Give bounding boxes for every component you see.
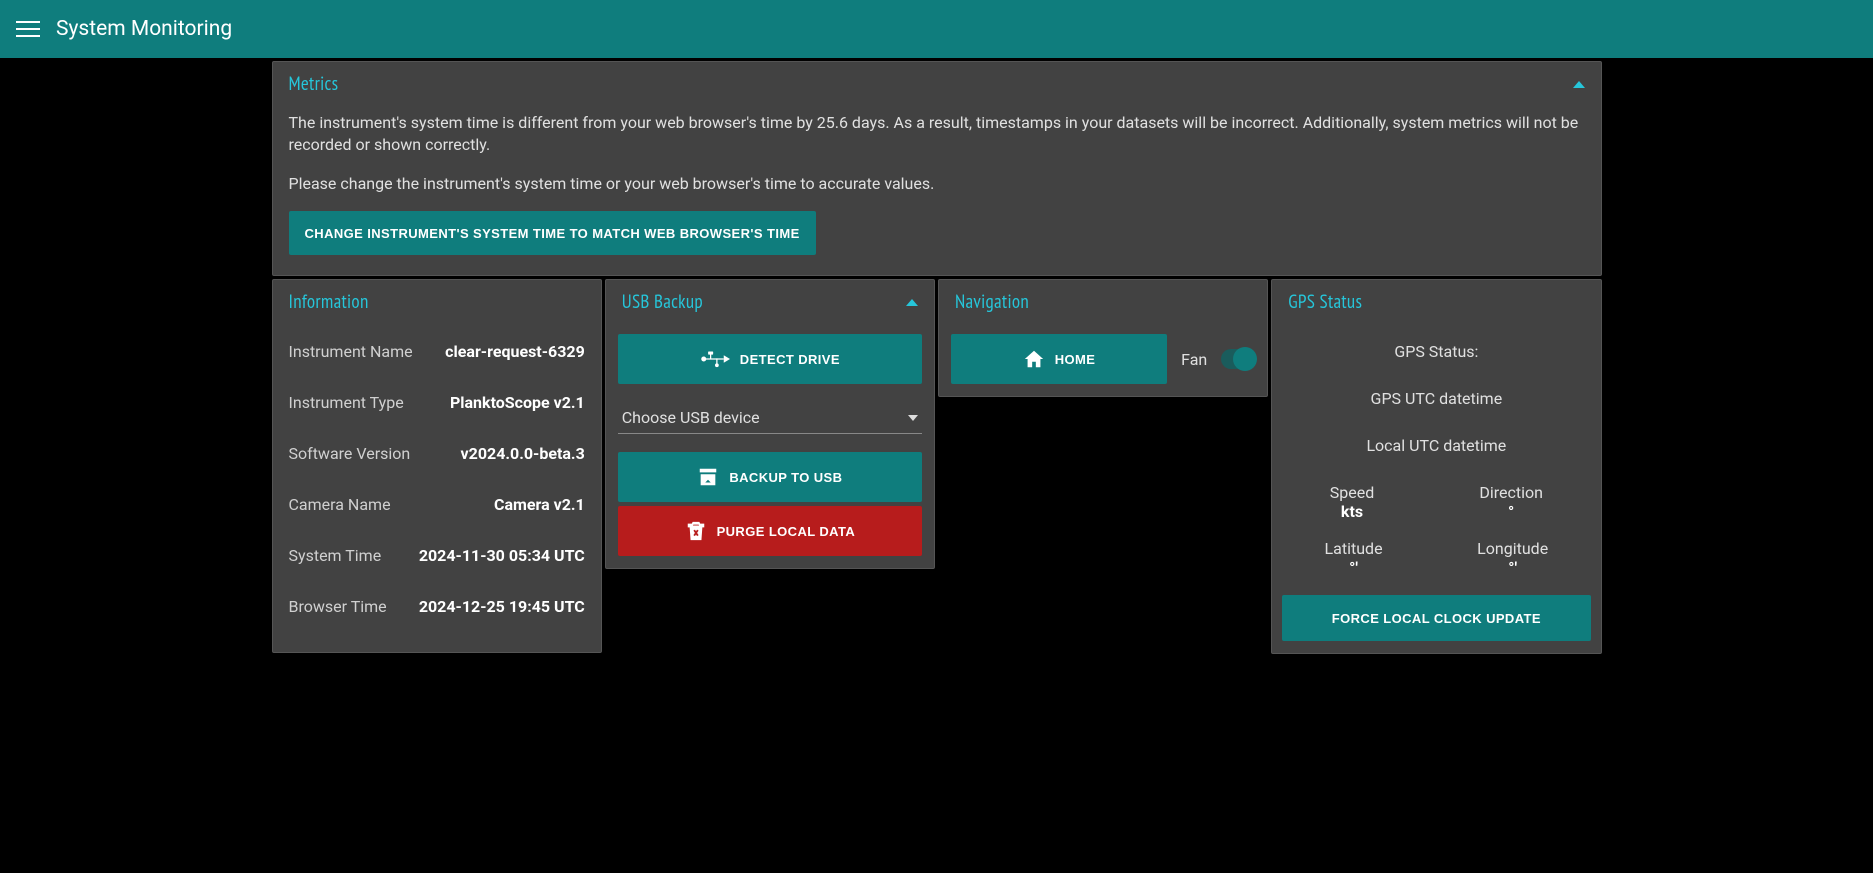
topbar: System Monitoring [0,0,1873,58]
info-label: Instrument Type [289,393,404,412]
fan-toggle[interactable] [1221,349,1255,369]
page-title: System Monitoring [56,17,232,41]
information-panel: Information Instrument Name clear-reques… [272,279,602,653]
info-value: Camera v2.1 [494,495,585,514]
change-time-button[interactable]: CHANGE INSTRUMENT'S SYSTEM TIME TO MATCH… [289,211,816,255]
panels-row: Information Instrument Name clear-reques… [272,279,1602,657]
info-row-system-time: System Time 2024-11-30 05:34 UTC [289,530,585,581]
gps-latitude-value: °' [1325,558,1383,577]
gps-local-label: Local UTC datetime [1366,436,1506,455]
metrics-header: Metrics [273,62,1601,104]
gps-longitude-label: Longitude [1477,539,1548,558]
purge-label: PURGE LOCAL DATA [717,524,856,539]
gps-longitude-value: °' [1477,558,1548,577]
info-label: Browser Time [289,597,387,616]
gps-local-line: Local UTC datetime [1282,436,1590,455]
usb-device-select-text: Choose USB device [618,402,922,433]
usb-title: USB Backup [622,290,703,314]
trash-icon [685,520,707,542]
archive-icon [697,466,719,488]
gps-grid: GPS Status: GPS UTC datetime Local UTC d… [1282,334,1590,595]
info-row-instrument-type: Instrument Type PlanktoScope v2.1 [289,377,585,428]
info-value: clear-request-6329 [445,342,585,361]
metrics-warning-1: The instrument's system time is differen… [289,112,1585,157]
gps-header: GPS Status [1272,280,1600,322]
info-label: System Time [289,546,382,565]
usb-backup-panel: USB Backup DETECT DRIVE [605,279,935,569]
gps-direction: Direction ° [1479,483,1543,521]
gps-status-panel: GPS Status GPS Status: GPS UTC datetime … [1271,279,1601,654]
toggle-knob [1233,347,1257,371]
home-icon [1023,348,1045,370]
gps-speed-direction-row: Speed kts Direction ° [1282,483,1590,521]
menu-icon[interactable] [16,17,40,41]
gps-status-line: GPS Status: [1282,342,1590,361]
force-local-clock-button[interactable]: FORCE LOCAL CLOCK UPDATE [1282,595,1590,641]
info-label: Software Version [289,444,411,463]
home-label: HOME [1055,352,1096,367]
nav-row: HOME Fan [951,334,1255,384]
gps-title: GPS Status [1288,290,1362,314]
gps-body: GPS Status: GPS UTC datetime Local UTC d… [1272,322,1600,653]
collapse-icon[interactable] [906,299,918,306]
gps-lat-lon-row: Latitude °' Longitude °' [1282,539,1590,577]
gps-latitude-label: Latitude [1325,539,1383,558]
main-container: Metrics The instrument's system time is … [272,58,1602,677]
gps-utc-label: GPS UTC datetime [1371,389,1503,408]
info-label: Instrument Name [289,342,413,361]
info-row-instrument-name: Instrument Name clear-request-6329 [289,326,585,377]
home-button[interactable]: HOME [951,334,1167,384]
metrics-title: Metrics [289,72,339,96]
info-row-browser-time: Browser Time 2024-12-25 19:45 UTC [289,581,585,632]
metrics-body: The instrument's system time is differen… [273,104,1601,275]
navigation-body: HOME Fan [939,322,1267,396]
gps-direction-value: ° [1479,502,1543,521]
gps-speed-value: kts [1330,502,1374,521]
info-label: Camera Name [289,495,391,514]
fan-label: Fan [1181,350,1207,369]
info-row-software-version: Software Version v2024.0.0-beta.3 [289,428,585,479]
gps-speed-label: Speed [1330,483,1374,502]
metrics-warning-2: Please change the instrument's system ti… [289,173,1585,195]
info-value: 2024-12-25 19:45 UTC [419,597,585,616]
gps-status-label: GPS Status: [1394,342,1478,361]
usb-device-select[interactable]: Choose USB device [618,402,922,434]
info-value: 2024-11-30 05:34 UTC [419,546,585,565]
purge-local-data-button[interactable]: PURGE LOCAL DATA [618,506,922,556]
usb-header: USB Backup [606,280,934,322]
info-value: v2024.0.0-beta.3 [461,444,585,463]
chevron-down-icon [908,415,918,421]
gps-longitude: Longitude °' [1477,539,1548,577]
backup-label: BACKUP TO USB [729,470,842,485]
info-row-camera-name: Camera Name Camera v2.1 [289,479,585,530]
information-header: Information [273,280,601,322]
gps-speed: Speed kts [1330,483,1374,521]
navigation-header: Navigation [939,280,1267,322]
usb-icon [700,347,730,371]
backup-to-usb-button[interactable]: BACKUP TO USB [618,452,922,502]
gps-utc-line: GPS UTC datetime [1282,389,1590,408]
information-body: Instrument Name clear-request-6329 Instr… [273,322,601,652]
info-value: PlanktoScope v2.1 [450,393,585,412]
usb-body: DETECT DRIVE Choose USB device BACKUP TO… [606,322,934,568]
collapse-icon[interactable] [1573,81,1585,88]
information-title: Information [289,290,369,314]
detect-drive-button[interactable]: DETECT DRIVE [618,334,922,384]
metrics-panel: Metrics The instrument's system time is … [272,61,1602,276]
detect-drive-label: DETECT DRIVE [740,352,840,367]
navigation-panel: Navigation HOME Fan [938,279,1268,397]
gps-direction-label: Direction [1479,483,1543,502]
gps-latitude: Latitude °' [1325,539,1383,577]
navigation-title: Navigation [955,290,1029,314]
